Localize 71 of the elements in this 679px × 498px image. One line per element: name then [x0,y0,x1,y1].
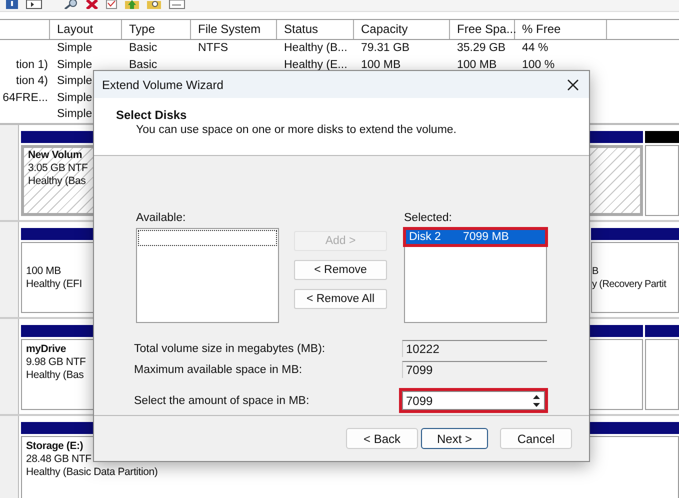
table-cell-text: Basic [129,58,158,72]
partition-name: New Volum [28,149,82,162]
table-cell-text: NTFS [198,41,228,56]
field-label: Select the amount of space in MB: [134,394,310,406]
window-title: Extend Volume Wizard [102,78,224,92]
wizard-button[interactable]: < Back [346,428,418,449]
properties-icon[interactable] [169,0,185,9]
column-header[interactable]: Free Spa... [450,20,515,39]
partition-name: myDrive [26,343,66,356]
selected-list[interactable]: Disk 2 7099 MB [404,228,547,323]
down-arrow-icon[interactable] [532,402,541,408]
table-cell-text: 44 % [522,41,548,56]
table-cell-text: Simple [57,74,92,89]
move-button[interactable]: < Remove All [294,289,387,309]
checklist-icon[interactable] [106,0,117,9]
window-icon[interactable] [26,0,42,9]
partition-size: 3.05 GB NTF [28,162,88,175]
folder-search-icon[interactable] [147,0,161,9]
partition-box[interactable] [645,339,679,410]
field-label: Maximum available space in MB: [134,364,304,376]
table-cell-text: Simple [57,58,92,72]
delete-icon[interactable] [86,0,98,9]
table-cell-text: 35.29 GB [457,41,506,56]
table-cell-text: 79.31 GB [361,41,410,56]
column-header[interactable]: Type [122,20,191,39]
table-cell-text: Healthy (B... [284,41,348,56]
partition-status: Healthy (Basic Data Partition) [26,466,158,479]
list-label: Selected: [404,212,453,224]
page-heading: Select Disks [116,108,188,122]
table-cell-text: Simple [57,107,92,122]
wizard-button[interactable]: Next > [421,428,488,449]
column-header[interactable]: Layout [50,20,122,39]
table-cell-text: tion 4) [16,74,48,89]
move-button[interactable]: < Remove [294,260,387,280]
partition-status: Healthy (Bas [26,369,84,382]
partition-status: y (Recovery Partit [592,278,666,290]
field-label: Total volume size in megabytes (MB): [134,342,326,354]
column-header[interactable]: Status [277,20,354,39]
partition-box[interactable] [645,145,679,216]
available-list[interactable] [136,228,279,323]
readonly-field: 7099 [402,361,547,378]
column-header[interactable]: Capacity [354,20,450,39]
table-cell-text: tion 1) [16,58,48,72]
partition-size: B [592,264,598,278]
page-subtitle: You can use space on one or more disks to extend the volume. [135,124,458,136]
spinner-field[interactable]: 7099 [402,391,545,410]
partition-box[interactable]: B y (Recovery Partit [591,242,679,313]
table-cell-text: Simple [57,41,92,56]
partition-status: Healthy (EFI [26,278,82,290]
table-cell-text: 100 MB [361,58,401,72]
table-cell-text: Basic [129,41,158,56]
partition-size: 9.98 GB NTF [26,356,86,369]
table-cell-text: 64FRE... [2,90,48,106]
partition-size: 28.48 GB NTF [26,453,92,466]
column-header[interactable]: File System [191,20,277,39]
table-cell-text: Simple [57,90,92,106]
partition-status: Healthy (Bas [28,175,86,188]
wizard-button[interactable]: Cancel [500,428,572,449]
list-label: Available: [136,212,187,224]
column-header[interactable]: % Free [515,20,607,39]
magnifier-icon[interactable] [64,0,78,9]
table-cell-text: 100 MB [457,58,497,72]
disk-list-item[interactable]: Disk 2 7099 MB [406,230,545,244]
close-icon[interactable] [567,78,579,90]
table-cell-text: 100 % [522,58,555,72]
up-arrow-icon[interactable] [532,394,541,400]
table-cell-text: Healthy (E... [284,58,348,72]
folder-up-icon[interactable] [125,0,139,9]
readonly-field: 10222 [402,340,547,357]
partition-size: 100 MB [26,264,61,278]
partition-name: Storage (E:) [26,440,84,453]
